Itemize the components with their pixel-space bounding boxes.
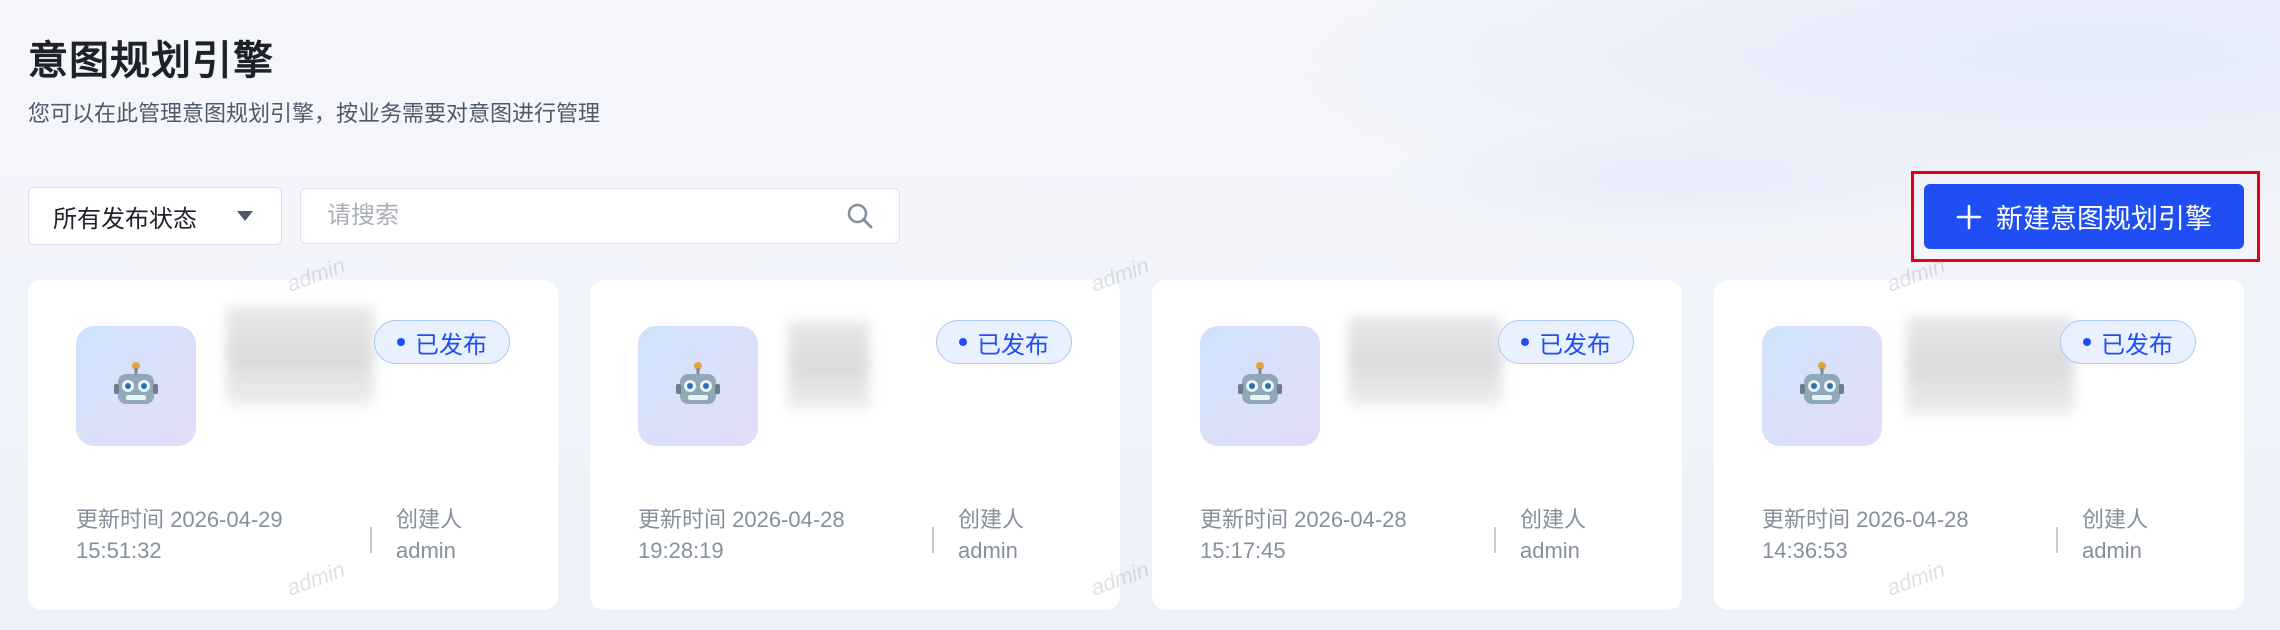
- robot-icon: [1238, 362, 1282, 404]
- updated-time-label: 更新时间 2026-04-28: [1762, 507, 1969, 532]
- card-name-blurred: [226, 306, 374, 406]
- status-badge-label: 已发布: [415, 331, 487, 359]
- robot-icon: [676, 362, 720, 404]
- page-subtitle: 您可以在此管理意图规划引擎，按业务需要对意图进行管理: [28, 101, 601, 126]
- robot-icon: [114, 362, 158, 404]
- card-avatar: [76, 326, 196, 446]
- search-input[interactable]: [325, 201, 845, 231]
- search-box[interactable]: [300, 188, 900, 244]
- create-button-highlight: 新建意图规划引擎: [1911, 171, 2260, 262]
- create-engine-button-label: 新建意图规划引擎: [1996, 204, 2212, 234]
- card-name-blurred: [788, 320, 870, 410]
- creator-label: 创建人: [958, 507, 1025, 532]
- caret-down-icon: [237, 211, 253, 221]
- creator-value: admin: [396, 538, 456, 563]
- creator-label: 创建人: [2082, 507, 2149, 532]
- engine-card[interactable]: 已发布 更新时间 2026-04-28 19:28:19 创建人 admin: [590, 280, 1120, 610]
- card-avatar: [1200, 326, 1320, 446]
- creator-label: 创建人: [1520, 507, 1587, 532]
- status-badge-label: 已发布: [977, 331, 1049, 359]
- status-badge: 已发布: [2060, 320, 2196, 364]
- updated-time-value: 15:17:45: [1200, 538, 1286, 563]
- status-badge-label: 已发布: [1539, 331, 1611, 359]
- creator-value: admin: [1520, 538, 1580, 563]
- page-title: 意图规划引擎: [28, 39, 274, 83]
- status-dot-icon: [2083, 338, 2091, 346]
- meta-divider: [2056, 527, 2058, 553]
- updated-time-value: 19:28:19: [638, 538, 724, 563]
- status-filter-value: 所有发布状态: [53, 205, 197, 233]
- updated-time-label: 更新时间 2026-04-28: [1200, 507, 1407, 532]
- status-filter-select[interactable]: 所有发布状态: [28, 187, 282, 245]
- status-dot-icon: [959, 338, 967, 346]
- card-name-blurred: [1906, 316, 2074, 416]
- engine-card-list: 已发布 更新时间 2026-04-29 15:51:32 创建人 admin 已…: [28, 280, 2244, 610]
- background-decoration-2: [1380, 120, 1980, 240]
- creator-label: 创建人: [396, 507, 463, 532]
- status-badge: 已发布: [936, 320, 1072, 364]
- create-engine-button[interactable]: 新建意图规划引擎: [1924, 184, 2244, 249]
- card-avatar: [638, 326, 758, 446]
- status-badge: 已发布: [374, 320, 510, 364]
- card-name-blurred: [1348, 316, 1502, 406]
- creator-value: admin: [958, 538, 1018, 563]
- status-dot-icon: [1521, 338, 1529, 346]
- engine-card[interactable]: 已发布 更新时间 2026-04-29 15:51:32 创建人 admin: [28, 280, 558, 610]
- status-badge-label: 已发布: [2101, 331, 2173, 359]
- search-icon[interactable]: [845, 201, 875, 231]
- plus-icon: [1956, 204, 1982, 229]
- status-dot-icon: [397, 338, 405, 346]
- engine-card[interactable]: 已发布 更新时间 2026-04-28 15:17:45 创建人 admin: [1152, 280, 1682, 610]
- robot-icon: [1800, 362, 1844, 404]
- creator-value: admin: [2082, 538, 2142, 563]
- updated-time-label: 更新时间 2026-04-29: [76, 507, 283, 532]
- updated-time-value: 14:36:53: [1762, 538, 1848, 563]
- meta-divider: [370, 527, 372, 553]
- status-badge: 已发布: [1498, 320, 1634, 364]
- meta-divider: [932, 527, 934, 553]
- updated-time-value: 15:51:32: [76, 538, 162, 563]
- meta-divider: [1494, 527, 1496, 553]
- engine-card[interactable]: 已发布 更新时间 2026-04-28 14:36:53 创建人 admin: [1714, 280, 2244, 610]
- updated-time-label: 更新时间 2026-04-28: [638, 507, 845, 532]
- card-avatar: [1762, 326, 1882, 446]
